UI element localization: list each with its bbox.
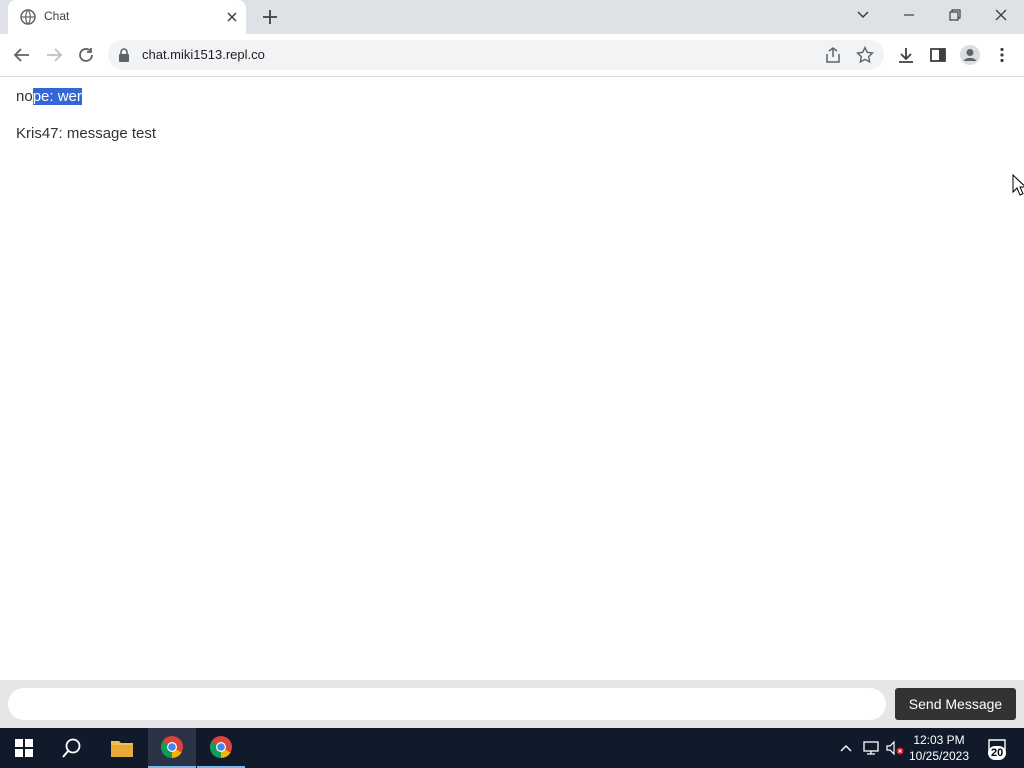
- mouse-cursor-icon: [1012, 174, 1024, 196]
- send-message-button[interactable]: Send Message: [895, 688, 1016, 720]
- tab-title: Chat: [44, 9, 70, 23]
- share-icon[interactable]: [824, 46, 842, 64]
- chat-message: Kris47: message test: [16, 125, 157, 142]
- profile-button[interactable]: [958, 43, 982, 67]
- show-hidden-icons-button[interactable]: [836, 728, 856, 768]
- back-button[interactable]: [10, 43, 34, 67]
- message-composer: Send Message: [0, 680, 1024, 728]
- search-icon: [62, 738, 81, 758]
- reload-button[interactable]: [74, 43, 98, 67]
- tab-search-button[interactable]: [840, 0, 886, 30]
- minimize-icon: [904, 14, 914, 16]
- forward-button[interactable]: [42, 43, 66, 67]
- notification-badge: 20: [988, 746, 1007, 760]
- tab-chat[interactable]: Chat: [8, 0, 246, 34]
- clock-date: 10/25/2023: [908, 749, 970, 763]
- windows-logo-icon: [15, 739, 33, 757]
- selected-text: pe: wer: [32, 88, 82, 105]
- minimize-button[interactable]: [886, 0, 932, 30]
- restore-button[interactable]: [932, 0, 978, 30]
- close-icon: [995, 9, 1007, 21]
- file-explorer-button[interactable]: [98, 728, 146, 768]
- volume-tray-button[interactable]: [884, 728, 906, 768]
- restore-icon: [949, 9, 961, 21]
- message-input[interactable]: [8, 688, 886, 720]
- clock-time: 12:03 PM: [913, 733, 965, 747]
- chevron-up-icon: [840, 745, 852, 752]
- notification-center-button[interactable]: 20: [978, 728, 1018, 768]
- profile-avatar-icon: [960, 45, 980, 65]
- search-button[interactable]: [48, 728, 96, 768]
- close-window-button[interactable]: [978, 0, 1024, 30]
- back-arrow-icon: [13, 48, 29, 62]
- browser-toolbar: chat.miki1513.repl.co: [0, 34, 1024, 77]
- chrome-icon: [210, 736, 232, 758]
- chat-message: nope: wer: [16, 88, 82, 105]
- chrome-taskbar-item[interactable]: [197, 728, 245, 768]
- network-icon: [863, 741, 879, 755]
- side-panel-button[interactable]: [926, 43, 950, 67]
- chrome-taskbar-item-active[interactable]: [148, 728, 196, 768]
- download-icon: [899, 48, 913, 63]
- downloads-button[interactable]: [894, 43, 918, 67]
- close-tab-icon[interactable]: [224, 9, 240, 25]
- globe-icon: [20, 9, 36, 25]
- reload-icon: [79, 48, 93, 62]
- chevron-down-icon: [857, 11, 869, 19]
- address-bar[interactable]: chat.miki1513.repl.co: [108, 40, 884, 70]
- speaker-muted-icon: [886, 741, 904, 755]
- lock-icon: [119, 48, 129, 62]
- windows-taskbar: 12:03 PM 10/25/2023 20: [0, 728, 1024, 768]
- url-text: chat.miki1513.repl.co: [142, 47, 265, 62]
- tab-strip: Chat: [0, 0, 1024, 34]
- folder-icon: [111, 741, 133, 757]
- clock[interactable]: 12:03 PM 10/25/2023: [908, 732, 970, 764]
- forward-arrow-icon: [47, 48, 63, 62]
- side-panel-icon: [930, 48, 946, 62]
- message-text: no: [16, 88, 33, 105]
- bookmark-star-icon[interactable]: [856, 46, 874, 64]
- menu-button[interactable]: [990, 43, 1014, 67]
- start-button[interactable]: [0, 728, 48, 768]
- chat-messages: nope: wer Kris47: message test: [0, 77, 1024, 680]
- new-tab-icon[interactable]: [260, 7, 280, 27]
- kebab-menu-icon: [1000, 47, 1004, 63]
- chrome-icon: [161, 736, 183, 758]
- network-tray-button[interactable]: [860, 728, 882, 768]
